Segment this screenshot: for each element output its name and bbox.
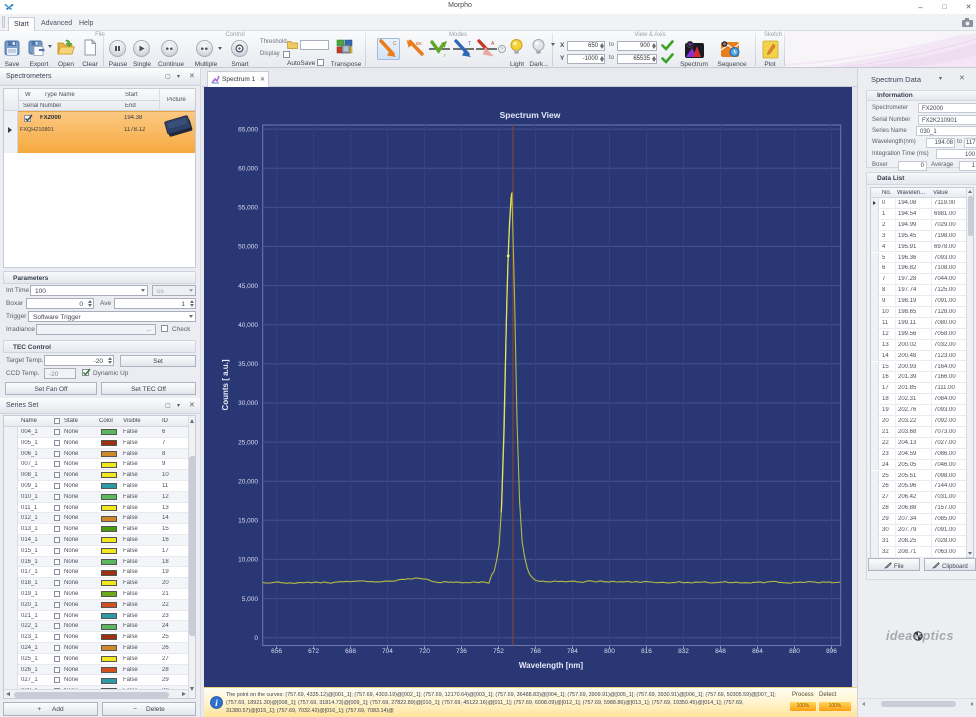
svg-text:60,000: 60,000 bbox=[238, 166, 258, 173]
svg-text:752: 752 bbox=[493, 648, 504, 655]
svg-text:C: C bbox=[393, 41, 397, 47]
svg-text:15,000: 15,000 bbox=[238, 518, 258, 525]
svg-text:55,000: 55,000 bbox=[238, 205, 258, 212]
svg-text:25,000: 25,000 bbox=[238, 439, 258, 446]
svg-text:688: 688 bbox=[345, 648, 356, 655]
svg-text:i: i bbox=[215, 699, 218, 709]
svg-text:40,000: 40,000 bbox=[238, 322, 258, 329]
svg-text:50,000: 50,000 bbox=[238, 244, 258, 251]
svg-text:0: 0 bbox=[254, 635, 258, 642]
svg-text:816: 816 bbox=[641, 648, 652, 655]
svg-text:45,000: 45,000 bbox=[238, 283, 258, 290]
svg-text:672: 672 bbox=[308, 648, 319, 655]
svg-text:880: 880 bbox=[789, 648, 800, 655]
svg-text:r: r bbox=[444, 53, 446, 59]
svg-text:10,000: 10,000 bbox=[238, 557, 258, 564]
svg-text:BK: BK bbox=[416, 41, 422, 46]
svg-text:720: 720 bbox=[419, 648, 430, 655]
svg-text:30,000: 30,000 bbox=[238, 400, 258, 407]
svg-text:T: T bbox=[468, 41, 471, 47]
svg-text:736: 736 bbox=[456, 648, 467, 655]
svg-text:A: A bbox=[491, 41, 495, 47]
svg-text:35,000: 35,000 bbox=[238, 361, 258, 368]
svg-text:656: 656 bbox=[271, 648, 282, 655]
svg-text:848: 848 bbox=[715, 648, 726, 655]
svg-text:5,000: 5,000 bbox=[242, 596, 259, 603]
svg-text:Wavelength [nm]: Wavelength [nm] bbox=[519, 661, 583, 670]
svg-text:Counts [ a.u.]: Counts [ a.u.] bbox=[221, 359, 230, 410]
svg-text:832: 832 bbox=[678, 648, 689, 655]
svg-text:20,000: 20,000 bbox=[238, 478, 258, 485]
svg-text:768: 768 bbox=[530, 648, 541, 655]
svg-text:784: 784 bbox=[567, 648, 578, 655]
svg-text:704: 704 bbox=[382, 648, 393, 655]
svg-text:800: 800 bbox=[604, 648, 615, 655]
svg-text:896: 896 bbox=[826, 648, 837, 655]
svg-text:864: 864 bbox=[752, 648, 763, 655]
svg-text:Spectrum View: Spectrum View bbox=[500, 110, 561, 120]
svg-text:65,000: 65,000 bbox=[238, 126, 258, 133]
